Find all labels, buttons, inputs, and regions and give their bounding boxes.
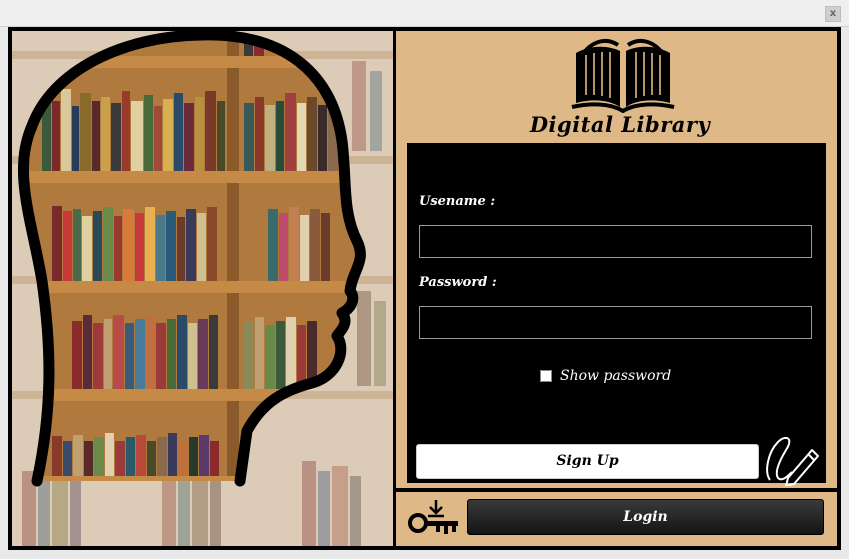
window-titlebar: x <box>0 0 849 27</box>
key-download-icon <box>406 498 460 536</box>
signup-button[interactable]: Sign Up <box>416 444 759 479</box>
close-button[interactable]: x <box>825 6 841 22</box>
app-title: Digital Library <box>529 112 711 137</box>
username-input[interactable] <box>419 225 812 258</box>
password-label: Password : <box>419 275 497 290</box>
password-input[interactable] <box>419 306 812 339</box>
username-label: Usename : <box>419 194 496 209</box>
show-password-checkbox[interactable] <box>540 370 552 382</box>
hero-image-panel <box>12 31 393 546</box>
head-silhouette-bookshelf <box>12 31 393 546</box>
pen-signature-icon <box>764 432 822 487</box>
open-book-icon <box>568 33 678 114</box>
login-button[interactable]: Login <box>467 499 824 535</box>
show-password-label[interactable]: Show password <box>560 368 671 384</box>
